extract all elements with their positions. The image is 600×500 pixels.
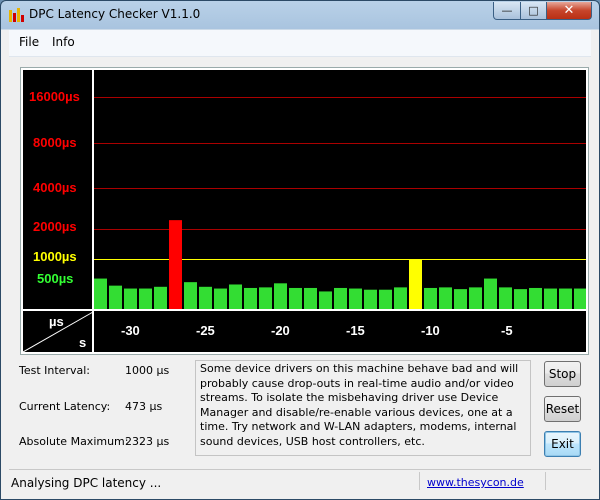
app-window: DPC Latency Checker V1.1.0 — □ ✕ File In…: [0, 0, 600, 500]
latency-bar: [454, 289, 467, 310]
latency-bar: [574, 288, 586, 310]
title-bar[interactable]: DPC Latency Checker V1.1.0 — □ ✕: [1, 1, 599, 29]
latency-bar: [184, 282, 197, 310]
stop-button[interactable]: Stop: [544, 361, 581, 387]
latency-bar: [304, 287, 317, 310]
test-interval-value: 1000 µs: [125, 364, 170, 377]
latency-bar: [319, 291, 332, 310]
y-label-500: 500µs: [37, 271, 74, 286]
x-tick-10: -10: [421, 323, 440, 338]
website-link[interactable]: www.thesycon.de: [427, 476, 524, 489]
latency-bar: [169, 220, 182, 310]
current-latency-value: 473 µs: [125, 400, 163, 413]
x-tick-5: -5: [501, 323, 513, 338]
latency-bar: [409, 259, 422, 310]
menu-info[interactable]: Info: [52, 35, 75, 49]
x-tick-15: -15: [346, 323, 365, 338]
latency-bar: [229, 284, 242, 310]
window-title: DPC Latency Checker V1.1.0: [29, 7, 201, 21]
latency-bar: [529, 287, 542, 310]
latency-chart-svg: µs s: [23, 70, 586, 352]
maximize-icon: □: [528, 4, 539, 17]
minimize-icon: —: [501, 4, 513, 17]
close-icon: ✕: [563, 3, 575, 18]
latency-bar: [139, 288, 152, 310]
close-button[interactable]: ✕: [546, 2, 592, 20]
latency-chart: µs s 16000µs 8000µs 4000µs 2000µs 1000µs…: [20, 67, 589, 355]
status-separator: [419, 472, 420, 490]
client-area: File Info µs s 16000µs 8000µs 4000µs 200…: [9, 30, 591, 492]
y-label-16000: 16000µs: [29, 89, 80, 104]
minimize-button[interactable]: —: [493, 2, 521, 20]
latency-bar: [439, 287, 452, 310]
maximize-button[interactable]: □: [520, 2, 547, 20]
latency-bar: [469, 287, 482, 310]
x-tick-20: -20: [271, 323, 290, 338]
app-bars-icon: [9, 8, 24, 22]
latency-bar: [124, 288, 137, 310]
status-separator-2: [545, 472, 546, 490]
status-text: Analysing DPC latency ...: [11, 476, 162, 490]
latency-bar: [394, 287, 407, 310]
absolute-maximum-label: Absolute Maximum:: [19, 435, 129, 448]
latency-bar: [199, 286, 212, 310]
absolute-maximum-value: 2323 µs: [125, 435, 170, 448]
latency-bar: [349, 288, 362, 310]
latency-bar: [559, 288, 572, 310]
latency-bar: [244, 287, 257, 310]
y-label-4000: 4000µs: [33, 180, 77, 195]
latency-bar: [154, 286, 167, 310]
current-latency-label: Current Latency:: [19, 400, 111, 413]
corner-unit-label: µs: [49, 314, 64, 329]
latency-bar: [544, 288, 557, 310]
latency-bar: [379, 289, 392, 310]
latency-bar: [514, 289, 527, 310]
latency-bar: [214, 288, 227, 310]
status-bar: Analysing DPC latency ... www.thesycon.d…: [9, 469, 591, 492]
latency-bar: [259, 287, 272, 310]
y-label-1000: 1000µs: [33, 249, 77, 264]
latency-bar: [424, 287, 437, 310]
latency-bar: [499, 287, 512, 310]
menu-bar: File Info: [9, 30, 591, 57]
latency-bar: [109, 285, 122, 310]
message-box[interactable]: Some device drivers on this machine beha…: [195, 360, 531, 456]
latency-bar: [274, 283, 287, 310]
latency-bar: [94, 278, 107, 310]
latency-bar: [289, 287, 302, 310]
latency-bar: [334, 287, 347, 310]
latency-bar: [364, 289, 377, 310]
y-label-8000: 8000µs: [33, 135, 77, 150]
x-tick-25: -25: [196, 323, 215, 338]
corner-seconds-label: s: [79, 335, 86, 350]
exit-button[interactable]: Exit: [544, 431, 581, 457]
latency-bar: [484, 278, 497, 310]
reset-button[interactable]: Reset: [544, 396, 581, 422]
x-tick-30: -30: [121, 323, 140, 338]
y-label-2000: 2000µs: [33, 219, 77, 234]
menu-file[interactable]: File: [19, 35, 39, 49]
test-interval-label: Test Interval:: [19, 364, 90, 377]
